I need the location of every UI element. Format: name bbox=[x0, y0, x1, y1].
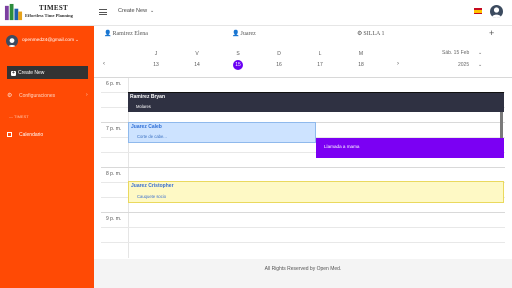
chevron-down-icon: ⌄ bbox=[75, 37, 79, 42]
resource-column-header[interactable]: 👤Juarez bbox=[232, 30, 256, 37]
timest-logo bbox=[4, 3, 23, 22]
user-email: openmed24@gmail.com bbox=[22, 38, 75, 43]
time-label: 9 p. m. bbox=[106, 216, 122, 222]
person-icon: 👤 bbox=[104, 31, 112, 37]
event-service: Llamada a mama bbox=[324, 144, 360, 149]
create-new-button-label: Create New bbox=[18, 70, 45, 76]
calendar-icon bbox=[7, 132, 12, 137]
appointment-event[interactable]: Ramirez Bryan Molares bbox=[128, 92, 504, 112]
create-new-button[interactable]: + Create New bbox=[7, 66, 88, 79]
time-label: 6 p. m. bbox=[106, 81, 122, 87]
chevron-down-icon[interactable]: ⌄ bbox=[478, 62, 482, 68]
time-label: 7 p. m. bbox=[106, 126, 122, 132]
create-new-dropdown-label: Create New bbox=[118, 8, 148, 14]
day-number-button[interactable]: 16 bbox=[274, 62, 284, 68]
day-number-button[interactable]: 13 bbox=[151, 62, 161, 68]
grid-line bbox=[101, 227, 505, 228]
hamburger-menu-icon[interactable] bbox=[99, 9, 107, 15]
appointment-event[interactable]: Juarez Cristopher Cauquete socio bbox=[128, 181, 504, 203]
date-select[interactable]: Sáb. 15 Feb bbox=[442, 50, 469, 56]
sidebar: openmed24@gmail.com⌄ + Create New ⚙ Confi… bbox=[0, 26, 94, 288]
event-client: Juarez Cristopher bbox=[131, 183, 174, 189]
footer: All Rights Reserved by Open Med. bbox=[94, 259, 512, 288]
time-label: 8 p. m. bbox=[106, 171, 122, 177]
grid-line bbox=[101, 167, 505, 168]
event-service: Corte de cabe... bbox=[137, 134, 167, 139]
plus-icon: + bbox=[11, 70, 16, 76]
resource-column-header[interactable]: 👤Ramirez Elena bbox=[104, 30, 148, 37]
brand-title: TIMEST bbox=[39, 4, 69, 12]
previous-week-button[interactable]: ‹ bbox=[103, 61, 105, 67]
next-week-button[interactable]: › bbox=[397, 61, 399, 67]
selected-day-button[interactable]: 15 bbox=[233, 60, 243, 70]
day-number-button[interactable]: 17 bbox=[315, 62, 325, 68]
day-of-week-label: D bbox=[277, 51, 281, 57]
day-number-button[interactable]: 18 bbox=[356, 62, 366, 68]
create-new-dropdown[interactable]: Create New ⌄ bbox=[118, 8, 154, 14]
sidebar-avatar[interactable] bbox=[6, 35, 18, 47]
add-resource-button[interactable]: + bbox=[489, 29, 494, 38]
day-of-week-label: M bbox=[358, 51, 364, 57]
gear-icon: ⚙ bbox=[357, 31, 363, 37]
grid-line bbox=[101, 242, 505, 243]
event-client: Juarez Caleb bbox=[131, 124, 162, 130]
event-service: Molares bbox=[136, 104, 151, 109]
avatar[interactable] bbox=[490, 5, 503, 18]
appointment-event[interactable]: Llamada a mama bbox=[316, 138, 504, 158]
event-client: Ramirez Bryan bbox=[130, 94, 166, 100]
spain-flag-icon[interactable] bbox=[474, 8, 482, 14]
user-email-dropdown[interactable]: openmed24@gmail.com⌄ bbox=[22, 37, 79, 43]
sidebar-item-configuraciones[interactable]: ⚙ Configuraciones › bbox=[7, 92, 90, 102]
day-of-week-label: L bbox=[318, 51, 322, 57]
brand-subtitle: Effortless Time Planning bbox=[25, 13, 73, 18]
day-number-button[interactable]: 14 bbox=[192, 62, 202, 68]
footer-text: All Rights Reserved by Open Med. bbox=[264, 266, 342, 272]
chevron-right-icon: › bbox=[86, 92, 88, 98]
chevron-down-icon[interactable]: ⌄ bbox=[478, 50, 482, 56]
event-service: Cauquete socio bbox=[137, 194, 167, 199]
year-select[interactable]: 2025 bbox=[458, 62, 469, 68]
day-of-week-label: J bbox=[154, 51, 158, 57]
sidebar-section-label: — TIMEST bbox=[9, 114, 29, 119]
day-of-week-label: V bbox=[195, 51, 199, 57]
resource-column-header[interactable]: ⚙SILLA 1 bbox=[357, 30, 385, 37]
day-of-week-label: S bbox=[236, 51, 240, 57]
person-icon: 👤 bbox=[232, 31, 240, 37]
chevron-down-icon: ⌄ bbox=[150, 8, 155, 14]
grid-line bbox=[101, 212, 505, 213]
sidebar-item-label: Calendario bbox=[19, 132, 44, 138]
sidebar-item-label: Configuraciones bbox=[19, 93, 56, 99]
appointment-event[interactable]: Juarez Caleb Corte de cabe... bbox=[128, 122, 316, 143]
top-bar: TIMEST Effortless Time Planning Create N… bbox=[0, 0, 512, 26]
settings-icon: ⚙ bbox=[7, 93, 13, 99]
